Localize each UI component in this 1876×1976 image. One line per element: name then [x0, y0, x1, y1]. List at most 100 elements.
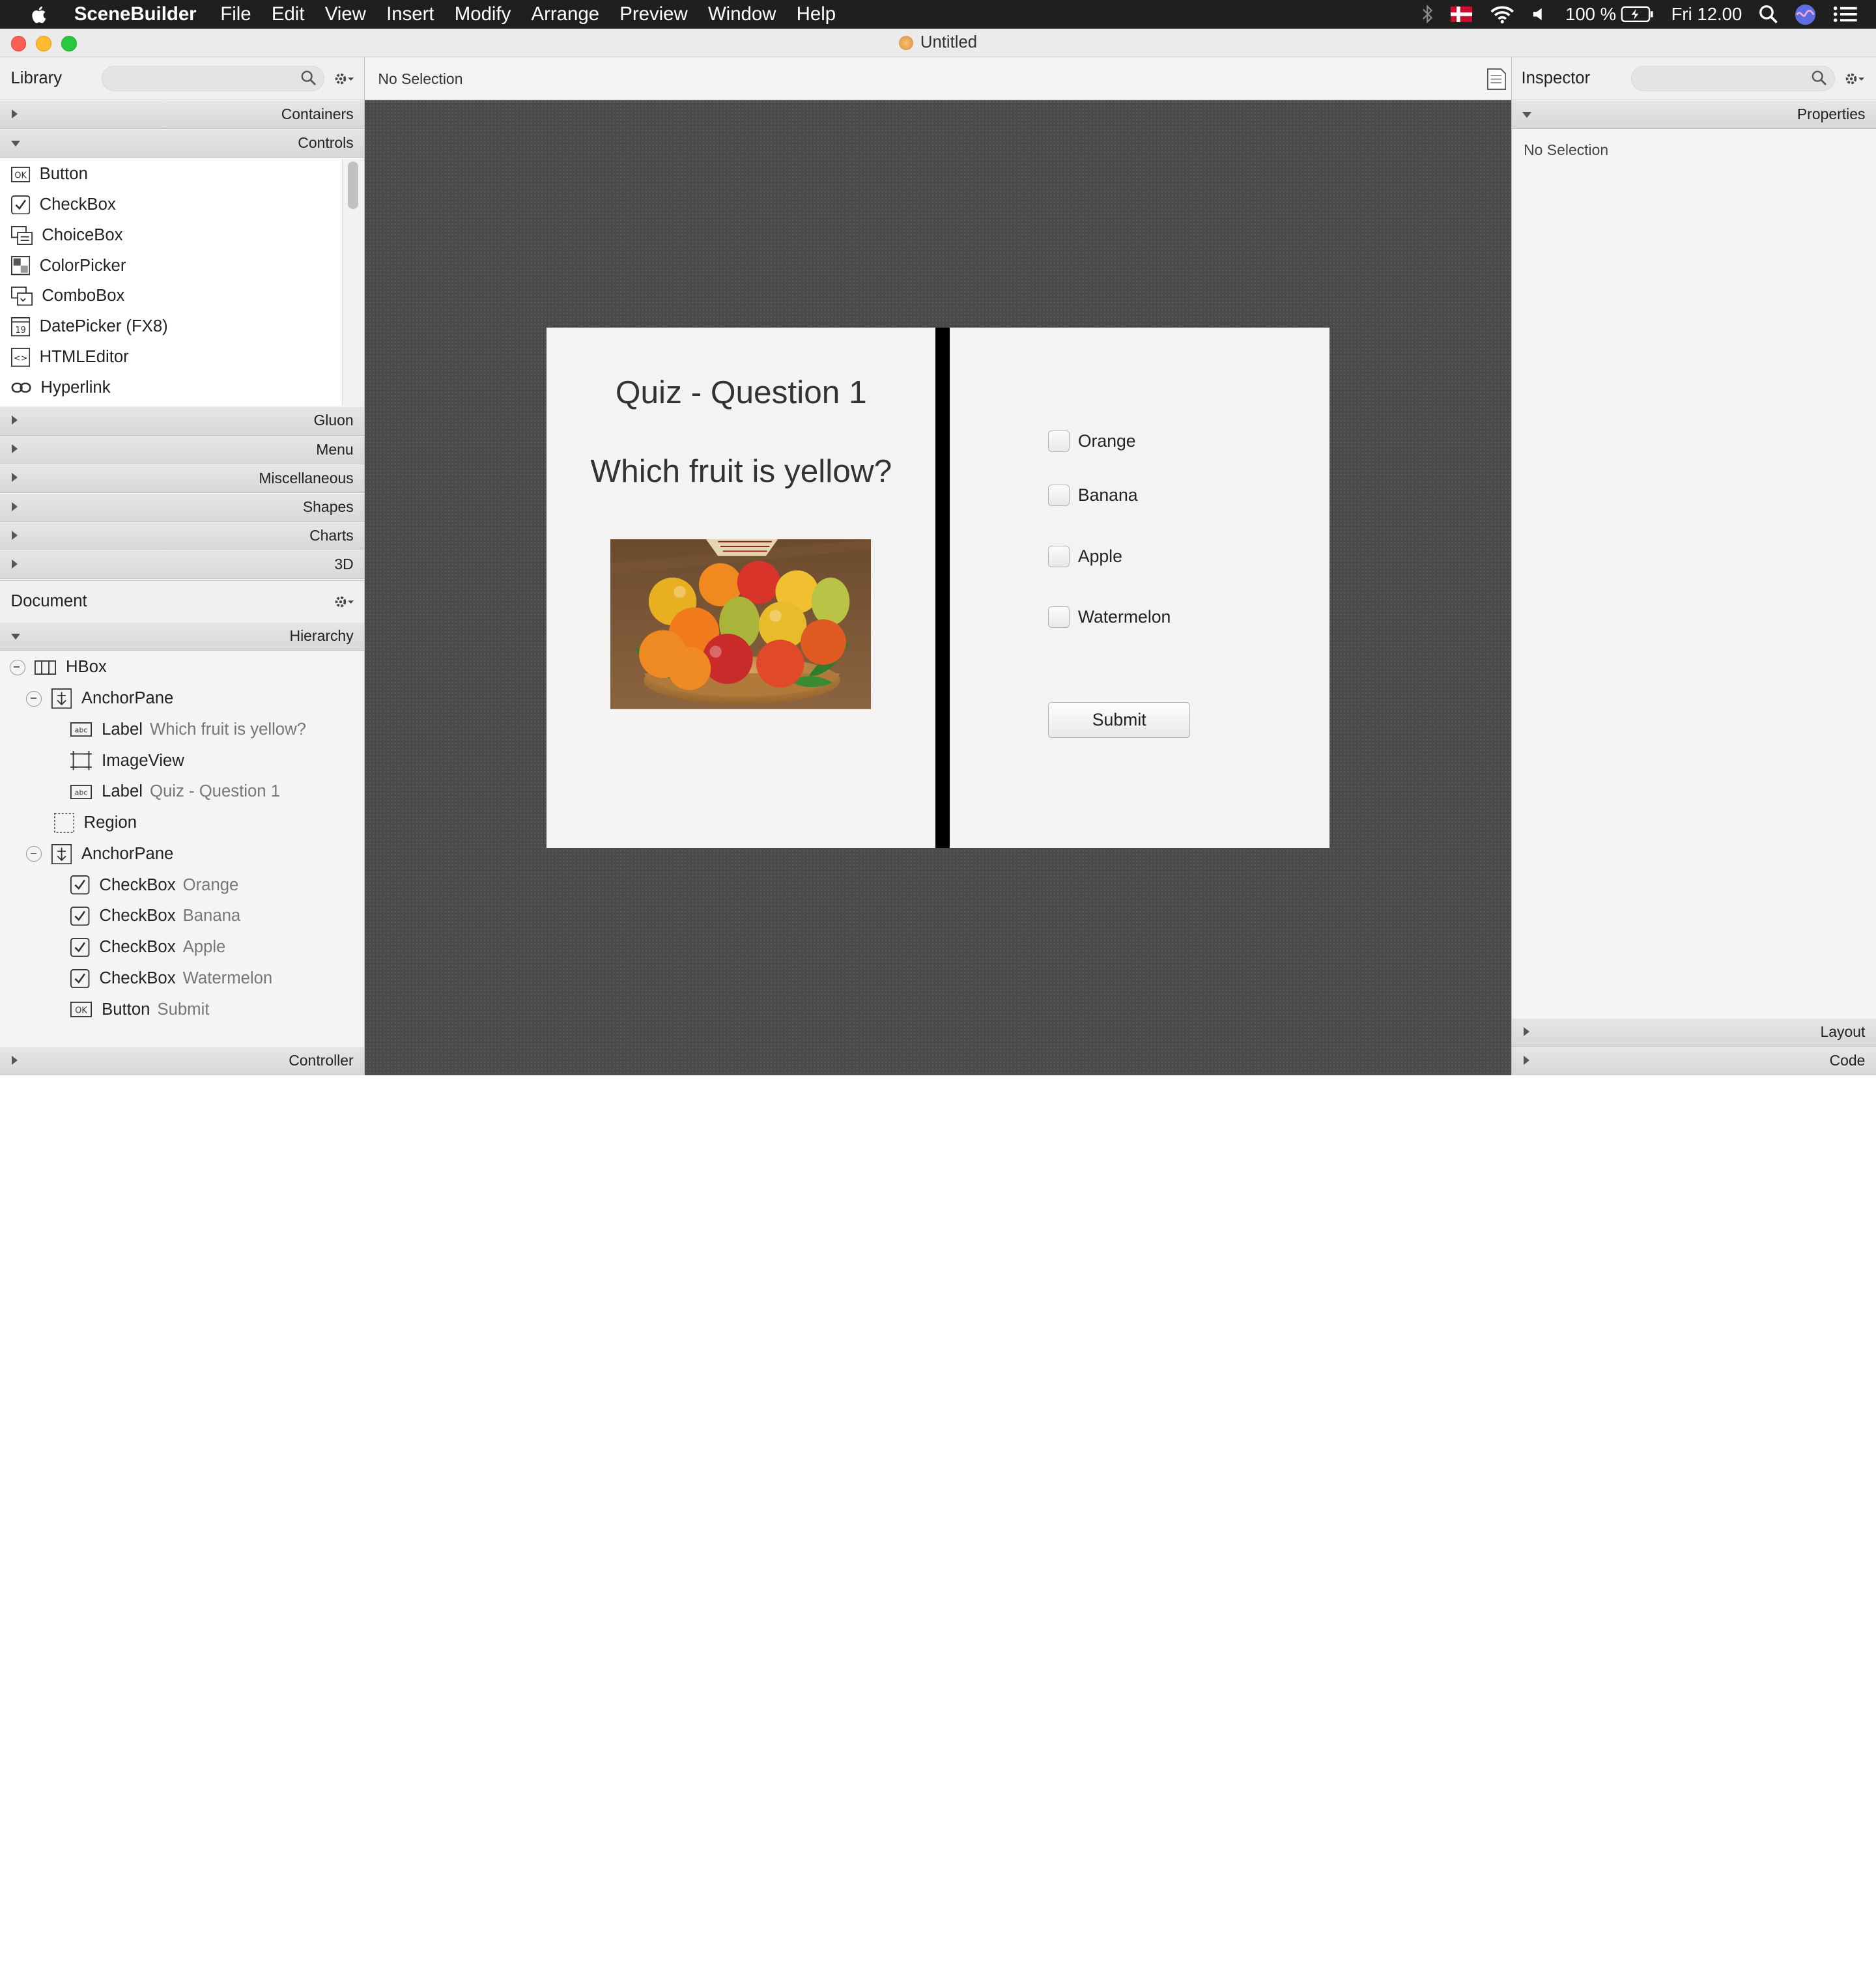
library-section-3d[interactable]: 3D: [0, 550, 365, 579]
checkbox-orange[interactable]: Orange: [1047, 430, 1136, 453]
document-view-icon[interactable]: [1487, 68, 1507, 90]
menu-file[interactable]: File: [220, 3, 251, 25]
checkbox-label[interactable]: Apple: [1078, 546, 1122, 567]
checkbox-label[interactable]: Watermelon: [1078, 607, 1171, 627]
expand-arrow-icon: [12, 501, 18, 511]
tree-node-label-question[interactable]: abc Label Which fruit is yellow?: [70, 714, 306, 745]
checkbox-label[interactable]: Orange: [1078, 431, 1136, 451]
library-section-gluon[interactable]: Gluon: [0, 406, 365, 436]
collapse-node-icon[interactable]: [26, 846, 42, 862]
inspector-search-input[interactable]: [1631, 66, 1835, 91]
tree-node-region[interactable]: Region: [53, 808, 137, 839]
checkbox-box[interactable]: [1047, 430, 1070, 453]
checkbox-box[interactable]: [1047, 606, 1070, 628]
tree-node-checkbox-banana[interactable]: CheckBox Banana: [70, 901, 240, 932]
menu-edit[interactable]: Edit: [272, 3, 305, 25]
bluetooth-icon[interactable]: [1422, 5, 1434, 24]
library-item-htmleditor[interactable]: <> HTMLEditor: [0, 342, 342, 373]
button-icon: OK: [70, 1002, 92, 1018]
imageview-icon: [70, 751, 92, 770]
node-text: Quiz - Question 1: [150, 782, 281, 801]
collapse-node-icon[interactable]: [9, 659, 25, 675]
inspector-status: No Selection: [1524, 141, 1609, 158]
tree-node-hbox[interactable]: HBox: [9, 652, 107, 683]
document-gear-icon[interactable]: [334, 595, 355, 609]
library-item-checkbox[interactable]: CheckBox: [0, 190, 342, 220]
clock[interactable]: Fri 12.00: [1671, 4, 1742, 25]
tree-node-imageview[interactable]: ImageView: [70, 745, 184, 776]
library-section-shapes[interactable]: Shapes: [0, 492, 365, 522]
quiz-question-label[interactable]: Which fruit is yellow?: [547, 452, 935, 490]
app-menu[interactable]: SceneBuilder: [74, 3, 197, 25]
design-canvas[interactable]: Quiz - Question 1 Which fruit is yellow?: [547, 328, 1329, 849]
node-text: Apple: [182, 938, 226, 957]
menu-view[interactable]: View: [325, 3, 366, 25]
library-gear-icon[interactable]: [334, 72, 355, 86]
wifi-icon[interactable]: [1489, 5, 1515, 24]
region-divider[interactable]: [935, 328, 950, 849]
library-item-hyperlink[interactable]: Hyperlink: [0, 373, 342, 403]
library-header: Library: [0, 57, 365, 101]
library-section-miscellaneous[interactable]: Miscellaneous: [0, 464, 365, 493]
checkbox-label[interactable]: Banana: [1078, 485, 1138, 505]
datepicker-icon: 19: [10, 317, 30, 337]
checkbox-apple[interactable]: Apple: [1047, 545, 1122, 567]
keyboard-flag-icon[interactable]: [1450, 7, 1472, 22]
library-section-charts[interactable]: Charts: [0, 521, 365, 550]
library-item-choicebox[interactable]: ChoiceBox: [0, 220, 342, 251]
library-section-controls[interactable]: Controls: [0, 129, 365, 158]
document-section-controller[interactable]: Controller: [0, 1047, 365, 1076]
node-text: Which fruit is yellow?: [150, 720, 306, 739]
library-item-colorpicker[interactable]: ColorPicker: [0, 251, 342, 281]
menu-arrange[interactable]: Arrange: [532, 3, 600, 25]
controls-scrollbar[interactable]: [342, 159, 364, 406]
menu-help[interactable]: Help: [797, 3, 836, 25]
apple-menu-icon[interactable]: [29, 4, 50, 25]
menu-window[interactable]: Window: [708, 3, 776, 25]
library-item-datepicker[interactable]: 19 DatePicker (FX8): [0, 311, 342, 342]
checkbox-icon: [70, 937, 90, 957]
node-text: Watermelon: [182, 968, 273, 987]
library-item-combobox[interactable]: ComboBox: [0, 281, 342, 312]
collapse-node-icon[interactable]: [26, 690, 42, 707]
library-search-input[interactable]: [102, 66, 324, 91]
section-label: Controller: [289, 1052, 354, 1069]
expand-arrow-icon: [1524, 1026, 1529, 1036]
tree-node-checkbox-orange[interactable]: CheckBox Orange: [70, 869, 238, 901]
tree-node-checkbox-watermelon[interactable]: CheckBox Watermelon: [70, 963, 272, 995]
checkbox-box[interactable]: [1047, 484, 1070, 506]
tree-node-label-title[interactable]: abc Label Quiz - Question 1: [70, 776, 280, 808]
menu-insert[interactable]: Insert: [386, 3, 434, 25]
scrollbar-thumb[interactable]: [347, 161, 359, 210]
library-item-button[interactable]: OK Button: [0, 159, 342, 190]
inspector-section-properties[interactable]: Properties: [1511, 100, 1876, 130]
library-section-menu[interactable]: Menu: [0, 435, 365, 464]
checkbox-banana[interactable]: Banana: [1047, 484, 1138, 506]
label-icon: abc: [70, 722, 92, 737]
volume-icon[interactable]: [1532, 6, 1549, 23]
menu-preview[interactable]: Preview: [619, 3, 687, 25]
anchorpane-left[interactable]: Quiz - Question 1 Which fruit is yellow?: [547, 328, 935, 848]
inspector-section-code[interactable]: Code: [1511, 1047, 1876, 1076]
expand-arrow-icon: [12, 473, 18, 483]
fruit-bowl-image[interactable]: [610, 539, 872, 710]
inspector-gear-icon[interactable]: [1844, 72, 1866, 86]
checkbox-box[interactable]: [1047, 545, 1070, 567]
siri-icon[interactable]: [1795, 4, 1816, 25]
spotlight-search-icon[interactable]: [1759, 5, 1778, 24]
left-pane: Library Containers Controls OK Button Che…: [0, 57, 365, 1076]
quiz-title-label[interactable]: Quiz - Question 1: [547, 373, 935, 411]
tree-node-button-submit[interactable]: OK Button Submit: [70, 994, 209, 1025]
checkbox-watermelon[interactable]: Watermelon: [1047, 606, 1171, 628]
tree-node-anchorpane[interactable]: AnchorPane: [26, 683, 173, 714]
menu-modify[interactable]: Modify: [455, 3, 511, 25]
inspector-section-layout[interactable]: Layout: [1511, 1018, 1876, 1047]
document-section-hierarchy[interactable]: Hierarchy: [0, 622, 365, 651]
battery-icon[interactable]: [1621, 6, 1654, 23]
battery-percent[interactable]: 100 %: [1565, 4, 1616, 25]
library-section-containers[interactable]: Containers: [0, 100, 365, 130]
tree-node-checkbox-apple[interactable]: CheckBox Apple: [70, 932, 225, 963]
submit-button[interactable]: Submit: [1047, 702, 1191, 739]
notification-center-icon[interactable]: [1833, 6, 1857, 23]
tree-node-anchorpane-2[interactable]: AnchorPane: [26, 839, 173, 870]
